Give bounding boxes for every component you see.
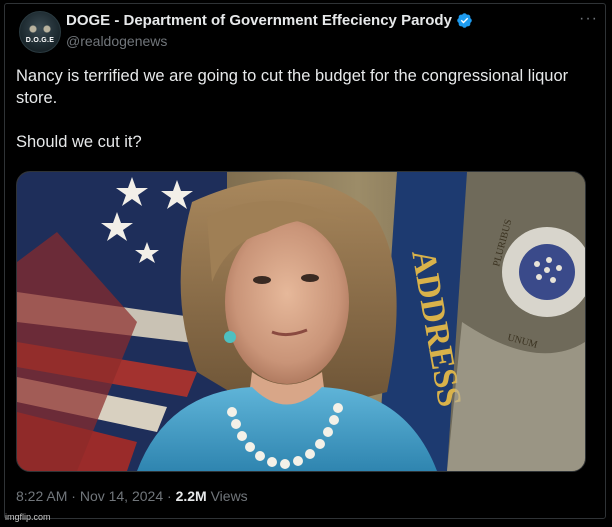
imgflip-watermark: imgflip.com: [5, 512, 51, 522]
avatar-logo-text: D.O.G.E: [25, 37, 55, 44]
tweet-date[interactable]: Nov 14, 2024: [80, 488, 163, 504]
more-horizontal-icon[interactable]: ···: [579, 10, 598, 28]
author-handle[interactable]: @realdogenews: [66, 33, 167, 49]
avatar[interactable]: D.O.G.E: [19, 11, 61, 53]
tweet-photo[interactable]: ADDRESS PLURIBUS UNUM: [16, 171, 586, 472]
tweet-text: Nancy is terrified we are going to cut t…: [16, 65, 586, 153]
author-display-name[interactable]: DOGE - Department of Government Effecien…: [66, 12, 452, 29]
views-count: 2.2M: [175, 488, 207, 504]
views-label: Views: [210, 488, 248, 504]
tweet-paragraph-2: Should we cut it?: [16, 133, 142, 151]
tweet-time[interactable]: 8:22 AM: [16, 488, 67, 504]
meta-separator: ·: [167, 488, 172, 504]
tweet-paragraph-1: Nancy is terrified we are going to cut t…: [16, 67, 569, 107]
photo-illustration: ADDRESS PLURIBUS UNUM: [17, 172, 585, 471]
meta-separator: ·: [71, 488, 76, 504]
author-name-row: DOGE - Department of Government Effecien…: [66, 12, 473, 29]
tweet-meta: 8:22 AM · Nov 14, 2024 · 2.2M Views: [16, 488, 248, 504]
verified-badge-icon: [457, 13, 472, 28]
avatar-figures: [26, 22, 54, 36]
